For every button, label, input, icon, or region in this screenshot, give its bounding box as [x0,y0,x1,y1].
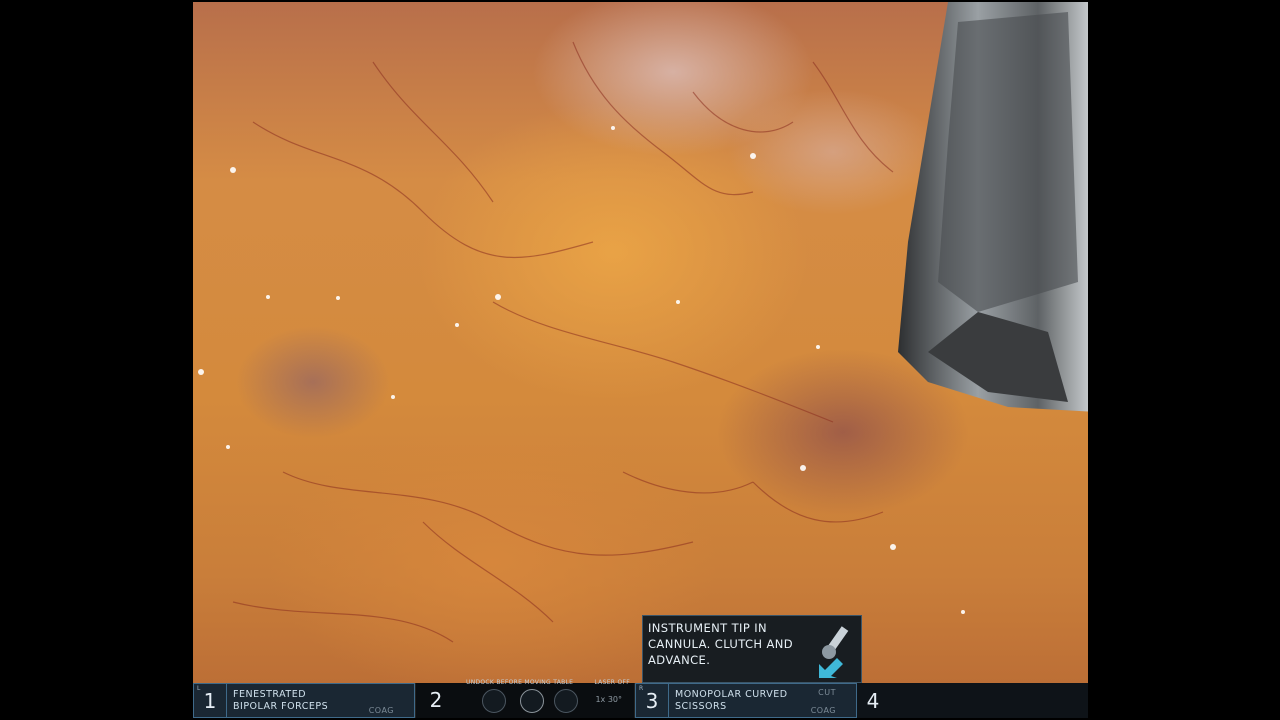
undock-notice: UNDOCK BEFORE MOVING TABLE [466,679,574,686]
scope-angle: 1x 30° [595,695,622,704]
arm-side-mark: L [197,685,201,692]
laser-status: LASER OFF [594,679,630,686]
instrument-alert: INSTRUMENT TIP IN CANNULA. CLUTCH AND AD… [642,615,862,683]
pedal-mode-coag: COAG [810,706,836,715]
endoscope-view [193,2,1088,718]
camera-dial-icon [520,689,544,713]
pedal-mode-cut: CUT [818,688,836,697]
instrument-tip-icon [819,626,849,678]
arm-3-panel[interactable]: R 3 MONOPOLAR CURVED SCISSORS CUT COAG [635,683,857,718]
arm-number: 2 [429,687,443,712]
disable-table-icon [482,689,506,713]
arm-number: 4 [866,688,880,713]
arrow-down-left-icon [819,658,843,678]
arm-1-panel[interactable]: L 1 FENESTRATED BIPOLAR FORCEPS COAG [193,683,415,718]
alert-message: INSTRUMENT TIP IN CANNULA. CLUTCH AND AD… [648,621,794,667]
status-bar: L 1 FENESTRATED BIPOLAR FORCEPS COAG 2 U… [193,679,1088,718]
surgical-instrument [898,2,1088,412]
instrument-name: FENESTRATED BIPOLAR FORCEPS [233,688,329,712]
scope-icon [554,689,578,713]
pedal-mode-coag: COAG [368,706,394,715]
arm-side-mark: R [639,685,644,692]
arm-2-panel[interactable]: 2 UNDOCK BEFORE MOVING TABLE LASER OFF 1… [415,679,635,718]
instrument-name: MONOPOLAR CURVED SCISSORS [675,688,788,712]
arm-4-panel[interactable]: 4 [857,683,1088,718]
